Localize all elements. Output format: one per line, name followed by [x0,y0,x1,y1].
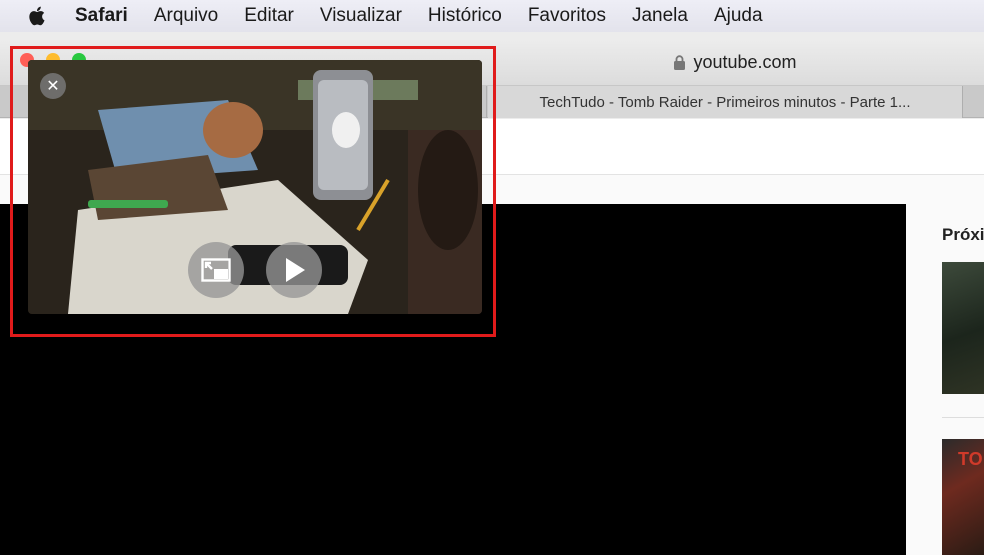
exit-picture-in-picture-icon [201,258,231,282]
menu-janela[interactable]: Janela [632,5,688,27]
video-thumbnail[interactable] [942,262,984,394]
menu-editar[interactable]: Editar [244,5,294,27]
address-bar[interactable]: youtube.com [500,48,970,76]
lock-icon [674,54,686,70]
tab-techtudo[interactable]: TechTudo - Tomb Raider - Primeiros minut… [488,86,963,118]
menu-visualizar[interactable]: Visualizar [320,5,402,27]
menu-safari[interactable]: Safari [75,5,128,27]
picture-in-picture-window[interactable]: ✕ [28,60,482,314]
close-pip-button[interactable]: ✕ [40,73,66,99]
play-icon [286,258,305,282]
up-next-title: Próxi [942,225,984,244]
play-button[interactable] [266,242,322,298]
menu-ajuda[interactable]: Ajuda [714,5,763,27]
menu-historico[interactable]: Histórico [428,5,502,27]
menu-favoritos[interactable]: Favoritos [528,5,606,27]
video-thumbnail[interactable]: TO [942,439,984,555]
close-icon: ✕ [46,78,60,95]
video-frame [28,60,482,314]
menu-arquivo[interactable]: Arquivo [154,5,218,27]
menu-bar: Safari Arquivo Editar Visualizar Históri… [0,0,984,32]
apple-logo-icon[interactable] [26,5,50,27]
restore-from-pip-button[interactable] [188,242,244,298]
tab-3[interactable] [963,86,984,118]
address-text: youtube.com [693,51,797,72]
thumbnail-text: TO [958,449,983,469]
divider [942,417,984,418]
